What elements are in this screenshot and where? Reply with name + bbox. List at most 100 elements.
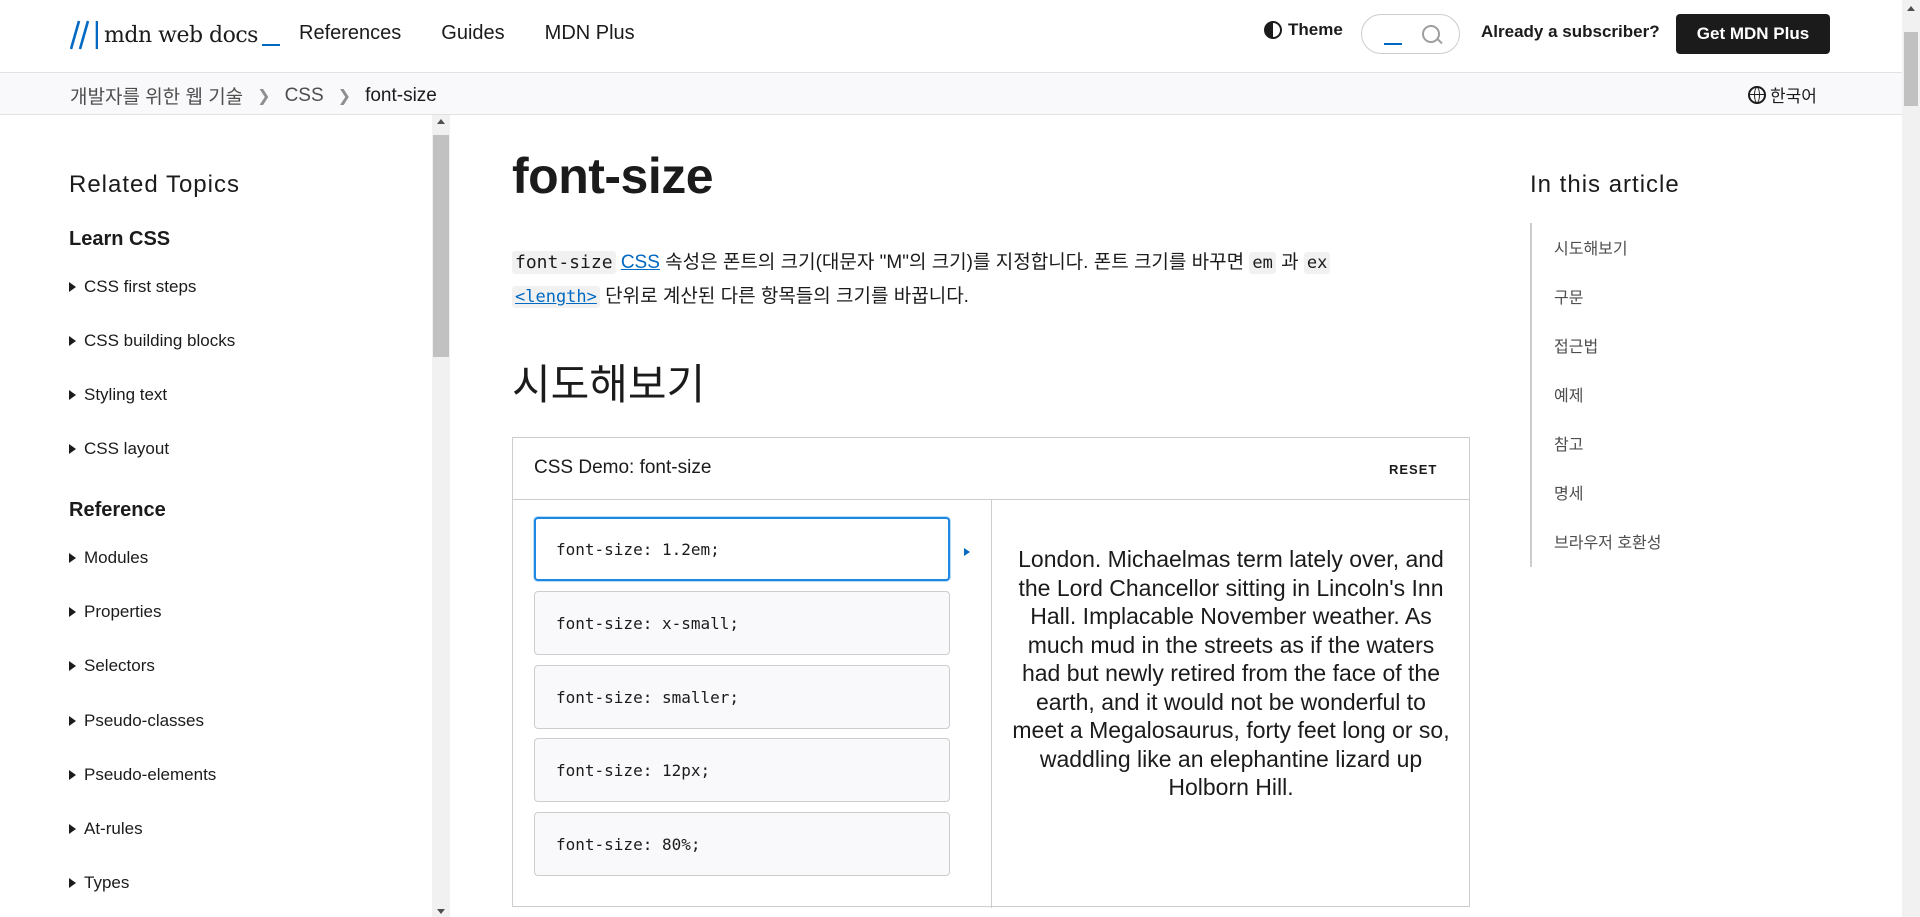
code-em: em (1249, 252, 1276, 274)
theme-label: Theme (1288, 20, 1343, 39)
disclosure-triangle-icon (69, 770, 76, 780)
sidebar-item-at-rules[interactable]: At-rules (69, 819, 143, 839)
sidebar-item-label: Pseudo-classes (84, 711, 205, 730)
globe-icon (1748, 85, 1766, 104)
sidebar-heading-reference[interactable]: Reference (69, 499, 166, 522)
disclosure-triangle-icon (69, 282, 76, 292)
theme-button[interactable]: Theme (1264, 20, 1343, 40)
sidebar-item-label: At-rules (84, 819, 143, 838)
get-mdn-plus-button[interactable]: Get MDN Plus (1676, 14, 1830, 54)
intro-text-2: 단위로 계산된 다른 항목들의 크기를 바꿉니다. (599, 286, 969, 307)
sidebar-item-css-layout[interactable]: CSS layout (69, 439, 169, 459)
demo-output-text: London. Michaelmas term lately over, and… (1012, 546, 1450, 800)
demo-option[interactable]: font-size: smaller; (534, 665, 950, 729)
sidebar-item-modules[interactable]: Modules (69, 548, 148, 568)
disclosure-triangle-icon (69, 824, 76, 834)
language-switcher[interactable]: 한국어 (1748, 82, 1817, 107)
nav-references[interactable]: References (299, 22, 401, 45)
sidebar-item-label: Properties (84, 602, 162, 621)
reset-button[interactable]: RESET (1389, 462, 1437, 477)
chevron-right-icon: ❯ (257, 87, 271, 105)
demo-header: CSS Demo: font-size RESET (513, 438, 1469, 500)
demo-options-panel: font-size: 1.2em; font-size: x-small; fo… (513, 499, 992, 908)
scroll-down-arrow-icon[interactable] (437, 909, 445, 914)
scroll-up-arrow-icon[interactable] (437, 119, 445, 124)
login-link[interactable]: Already a subscriber? (1481, 22, 1660, 42)
sidebar-item-types[interactable]: Types (69, 873, 129, 893)
scrollbar-thumb[interactable] (433, 135, 449, 357)
toc-item[interactable]: 참고 (1554, 431, 1583, 455)
disclosure-triangle-icon (69, 661, 76, 671)
code-ex: ex (1303, 252, 1331, 274)
scrollbar-thumb[interactable] (1904, 32, 1918, 106)
sidebar-item-label: CSS layout (84, 439, 170, 458)
interactive-demo: CSS Demo: font-size RESET font-size: 1.2… (512, 437, 1470, 908)
demo-output-panel: London. Michaelmas term lately over, and… (992, 499, 1469, 908)
scroll-up-arrow-icon[interactable] (1907, 6, 1915, 11)
toc-item[interactable]: 명세 (1554, 480, 1583, 504)
play-arrow-icon (964, 548, 970, 556)
demo-option[interactable]: font-size: 80%; (534, 812, 950, 876)
disclosure-triangle-icon (69, 444, 76, 454)
breadcrumb: 개발자를 위한 웹 기술 ❯ CSS ❯ font-size (70, 82, 437, 109)
toc-item[interactable]: 구문 (1554, 284, 1583, 308)
toc-item[interactable]: 예제 (1554, 382, 1583, 406)
top-navigation-bar: mdn web docs References Guides MDN Plus … (0, 0, 1902, 73)
toc-item[interactable]: 브라우저 호환성 (1554, 529, 1662, 553)
demo-option[interactable]: font-size: x-small; (534, 591, 950, 655)
css-link[interactable]: CSS (621, 252, 660, 273)
sidebar-scrollbar[interactable] (432, 115, 450, 917)
page-title: font-size (512, 148, 714, 204)
sidebar-heading-learn-css[interactable]: Learn CSS (69, 228, 170, 251)
length-link[interactable]: <length> (512, 286, 600, 308)
sidebar-item-selectors[interactable]: Selectors (69, 656, 155, 676)
breadcrumb-item-css[interactable]: CSS (285, 85, 324, 107)
main-nav: References Guides MDN Plus (299, 22, 635, 45)
demo-title: CSS Demo: font-size (534, 457, 712, 478)
intro-paragraph: font-size CSS 속성은 폰트의 크기(대문자 "M"의 크기)를 지… (512, 246, 1462, 314)
demo-option[interactable]: font-size: 1.2em; (534, 517, 950, 581)
sidebar-item-css-first-steps[interactable]: CSS first steps (69, 277, 196, 297)
chevron-right-icon: ❯ (337, 87, 352, 105)
toc-title: In this article (1530, 171, 1680, 198)
sidebar-item-label: Styling text (84, 385, 168, 404)
mdn-logo-icon (70, 20, 98, 50)
page-scrollbar[interactable] (1902, 0, 1920, 917)
nav-mdn-plus[interactable]: MDN Plus (545, 22, 635, 45)
disclosure-triangle-icon (69, 553, 76, 563)
search-caret (1384, 43, 1402, 45)
search-input[interactable] (1361, 14, 1460, 54)
breadcrumb-item-web-tech[interactable]: 개발자를 위한 웹 기술 (70, 82, 243, 109)
nav-guides[interactable]: Guides (441, 22, 504, 45)
toc-item[interactable]: 시도해보기 (1554, 235, 1628, 259)
sidebar: Related Topics Learn CSS CSS first steps… (0, 115, 452, 917)
disclosure-triangle-icon (69, 390, 76, 400)
sidebar-item-label: Pseudo-elements (84, 765, 217, 784)
section-title-try-it: 시도해보기 (512, 361, 706, 408)
logo-cursor (261, 44, 280, 46)
search-icon[interactable] (1422, 25, 1440, 43)
intro-text-and: 과 (1275, 252, 1304, 273)
breadcrumb-item-current[interactable]: font-size (365, 85, 437, 107)
sidebar-item-pseudo-classes[interactable]: Pseudo-classes (69, 711, 204, 731)
theme-contrast-icon (1264, 21, 1282, 39)
disclosure-triangle-icon (69, 607, 76, 617)
disclosure-triangle-icon (69, 716, 76, 726)
sidebar-item-properties[interactable]: Properties (69, 602, 161, 622)
table-of-contents: 시도해보기 구문 접근법 예제 참고 명세 브라우저 호환성 (1530, 223, 1732, 567)
disclosure-triangle-icon (69, 878, 76, 888)
intro-text-1: 속성은 폰트의 크기(대문자 "M"의 크기)를 지정합니다. 폰트 크기를 바… (659, 252, 1250, 273)
logo-text: mdn web docs (104, 22, 258, 48)
sidebar-item-label: CSS first steps (84, 277, 197, 296)
sidebar-item-styling-text[interactable]: Styling text (69, 385, 167, 405)
breadcrumb-bar: 개발자를 위한 웹 기술 ❯ CSS ❯ font-size 한국어 (0, 73, 1902, 115)
sidebar-title: Related Topics (69, 171, 240, 198)
demo-option[interactable]: font-size: 12px; (534, 738, 950, 802)
sidebar-item-pseudo-elements[interactable]: Pseudo-elements (69, 765, 216, 785)
toc-item[interactable]: 접근법 (1554, 333, 1598, 357)
sidebar-item-css-building-blocks[interactable]: CSS building blocks (69, 331, 235, 351)
code-font-size: font-size (512, 251, 616, 274)
mdn-logo[interactable]: mdn web docs (70, 18, 280, 52)
disclosure-triangle-icon (69, 336, 76, 346)
sidebar-item-label: CSS building blocks (84, 331, 236, 350)
